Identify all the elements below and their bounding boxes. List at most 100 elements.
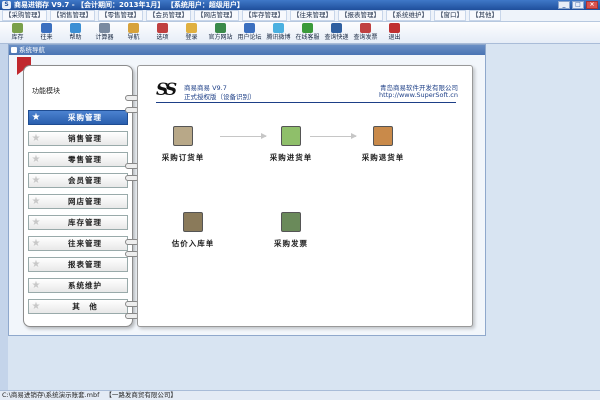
- help-icon: [70, 23, 81, 33]
- module-purchase-button[interactable]: ★ 采购管理: [28, 110, 128, 125]
- toolbar-label: 库存: [11, 34, 24, 41]
- toolbar-forum-button[interactable]: 用户论坛: [235, 22, 264, 44]
- toolbar-label: 查询快递: [324, 34, 349, 41]
- website-icon: [215, 23, 226, 33]
- function-label: 采购退货单: [361, 153, 405, 162]
- menu-window[interactable]: 【窗口】: [434, 10, 466, 21]
- module-label: 库存管理: [68, 218, 102, 227]
- module-retail-button[interactable]: ★ 零售管理: [28, 152, 128, 167]
- toolbar-weibo-button[interactable]: 腾讯微博: [264, 22, 293, 44]
- star-icon: ★: [31, 279, 41, 291]
- toolbar-navigation-button[interactable]: 导航: [119, 22, 148, 44]
- module-label: 会员管理: [68, 176, 102, 185]
- calculator-icon: [99, 23, 110, 33]
- panel-title: 系统导航: [19, 46, 45, 54]
- purchase-invoice-icon: [281, 212, 301, 232]
- toolbar-label: 查询发票: [353, 34, 378, 41]
- menu-webstore[interactable]: 【网店管理】: [194, 10, 239, 21]
- function-label: 采购发票: [274, 239, 308, 248]
- toolbar-express-button[interactable]: 查询快递: [322, 22, 351, 44]
- app-icon: S: [2, 1, 11, 9]
- module-label: 报表管理: [68, 260, 102, 269]
- toolbar-label: 导航: [127, 34, 140, 41]
- company-website[interactable]: http://www.SuperSoft.cn: [379, 91, 458, 99]
- menu-system[interactable]: 【系统维护】: [386, 10, 431, 21]
- module-label: 系统维护: [68, 281, 102, 290]
- function-label: 估价入库单: [171, 239, 215, 248]
- module-other-button[interactable]: ★ 其 他: [28, 299, 128, 314]
- close-button[interactable]: ×: [586, 1, 598, 9]
- edition-label: 正式授权版（设备识别）: [184, 93, 256, 101]
- toolbar-login-button[interactable]: 登录: [177, 22, 206, 44]
- menu-inventory[interactable]: 【库存管理】: [242, 10, 287, 21]
- module-inventory-button[interactable]: ★ 库存管理: [28, 215, 128, 230]
- minimize-button[interactable]: _: [558, 1, 570, 9]
- module-system-button[interactable]: ★ 系统维护: [28, 278, 128, 293]
- star-icon: ★: [31, 195, 41, 207]
- toolbar-options-button[interactable]: 选项: [148, 22, 177, 44]
- module-accounts-button[interactable]: ★ 往来管理: [28, 236, 128, 251]
- window-controls: _ □ ×: [558, 0, 598, 10]
- login-icon: [186, 23, 197, 33]
- toolbar-inventory-button[interactable]: 库存: [3, 22, 32, 44]
- people-icon: [41, 23, 52, 33]
- panel-icon: [11, 47, 17, 53]
- toolbar-help-button[interactable]: 帮助: [61, 22, 90, 44]
- toolbar: 库存 往来 帮助 计算器 导航 选项 登录 官方网站 用户论坛 腾讯微博 在线客…: [0, 22, 600, 44]
- toolbar-website-button[interactable]: 官方网站: [206, 22, 235, 44]
- module-webstore-button[interactable]: ★ 网店管理: [28, 194, 128, 209]
- menu-reports[interactable]: 【报表管理】: [338, 10, 383, 21]
- star-icon: ★: [31, 153, 41, 165]
- function-label: 采购订货单: [161, 153, 205, 162]
- toolbar-calculator-button[interactable]: 计算器: [90, 22, 119, 44]
- star-icon: ★: [31, 300, 41, 312]
- menu-accounts[interactable]: 【往来管理】: [290, 10, 335, 21]
- purchase-return-function[interactable]: 采购退货单: [348, 126, 418, 163]
- star-icon: ★: [31, 216, 41, 228]
- maximize-button[interactable]: □: [572, 1, 584, 9]
- purchase-return-icon: [373, 126, 393, 146]
- module-label: 销售管理: [68, 134, 102, 143]
- module-menu-heading: 功能模块: [32, 87, 60, 95]
- toolbar-invoice-button[interactable]: 查询发票: [351, 22, 380, 44]
- status-company: 【一路发商贸有限公司】: [105, 391, 177, 399]
- menu-purchase[interactable]: 【采购管理】: [2, 10, 47, 21]
- module-label: 零售管理: [68, 155, 102, 164]
- module-reports-button[interactable]: ★ 报表管理: [28, 257, 128, 272]
- star-icon: ★: [31, 237, 41, 249]
- title-bar: S 商易进销存 V9.7 - 【会计期间：2013年1月】 【系统用户：超级用户…: [0, 0, 600, 10]
- toolbar-label: 退出: [388, 34, 401, 41]
- content-card: SS 商易商易 V9.7 正式授权版（设备识别） 青岛商易软件开发有限公司 ht…: [137, 65, 473, 327]
- toolbar-service-button[interactable]: 在线客服: [293, 22, 322, 44]
- toolbar-label: 在线客服: [295, 34, 320, 41]
- panel-title-bar: 系统导航: [9, 45, 485, 55]
- menu-member[interactable]: 【会员管理】: [146, 10, 191, 21]
- purchase-order-icon: [173, 126, 193, 146]
- header-divider: [156, 102, 456, 103]
- module-sales-button[interactable]: ★ 销售管理: [28, 131, 128, 146]
- star-icon: ★: [31, 258, 41, 270]
- purchase-receipt-function[interactable]: 采购进货单: [256, 126, 326, 163]
- toolbar-label: 选项: [156, 34, 169, 41]
- estimate-stock-in-icon: [183, 212, 203, 232]
- module-member-button[interactable]: ★ 会员管理: [28, 173, 128, 188]
- toolbar-label: 用户论坛: [237, 34, 262, 41]
- toolbar-accounts-button[interactable]: 往来: [32, 22, 61, 44]
- exit-icon: [389, 23, 400, 33]
- status-file-path: C:\商易进销存\系统演示账套.mbf: [2, 391, 100, 399]
- purchase-receipt-icon: [281, 126, 301, 146]
- purchase-invoice-function[interactable]: 采购发票: [256, 212, 326, 249]
- menu-sales[interactable]: 【销售管理】: [50, 10, 95, 21]
- menu-other[interactable]: 【其他】: [469, 10, 501, 21]
- toolbar-exit-button[interactable]: 退出: [380, 22, 409, 44]
- purchase-order-function[interactable]: 采购订货单: [148, 126, 218, 163]
- toolbar-label: 往来: [40, 34, 53, 41]
- module-label: 采购管理: [68, 113, 102, 122]
- menu-retail[interactable]: 【零售管理】: [98, 10, 143, 21]
- inventory-icon: [12, 23, 23, 33]
- service-icon: [302, 23, 313, 33]
- star-icon: ★: [31, 111, 41, 123]
- estimate-stock-in-function[interactable]: 估价入库单: [158, 212, 228, 249]
- forum-icon: [244, 23, 255, 33]
- toolbar-label: 官方网站: [208, 34, 233, 41]
